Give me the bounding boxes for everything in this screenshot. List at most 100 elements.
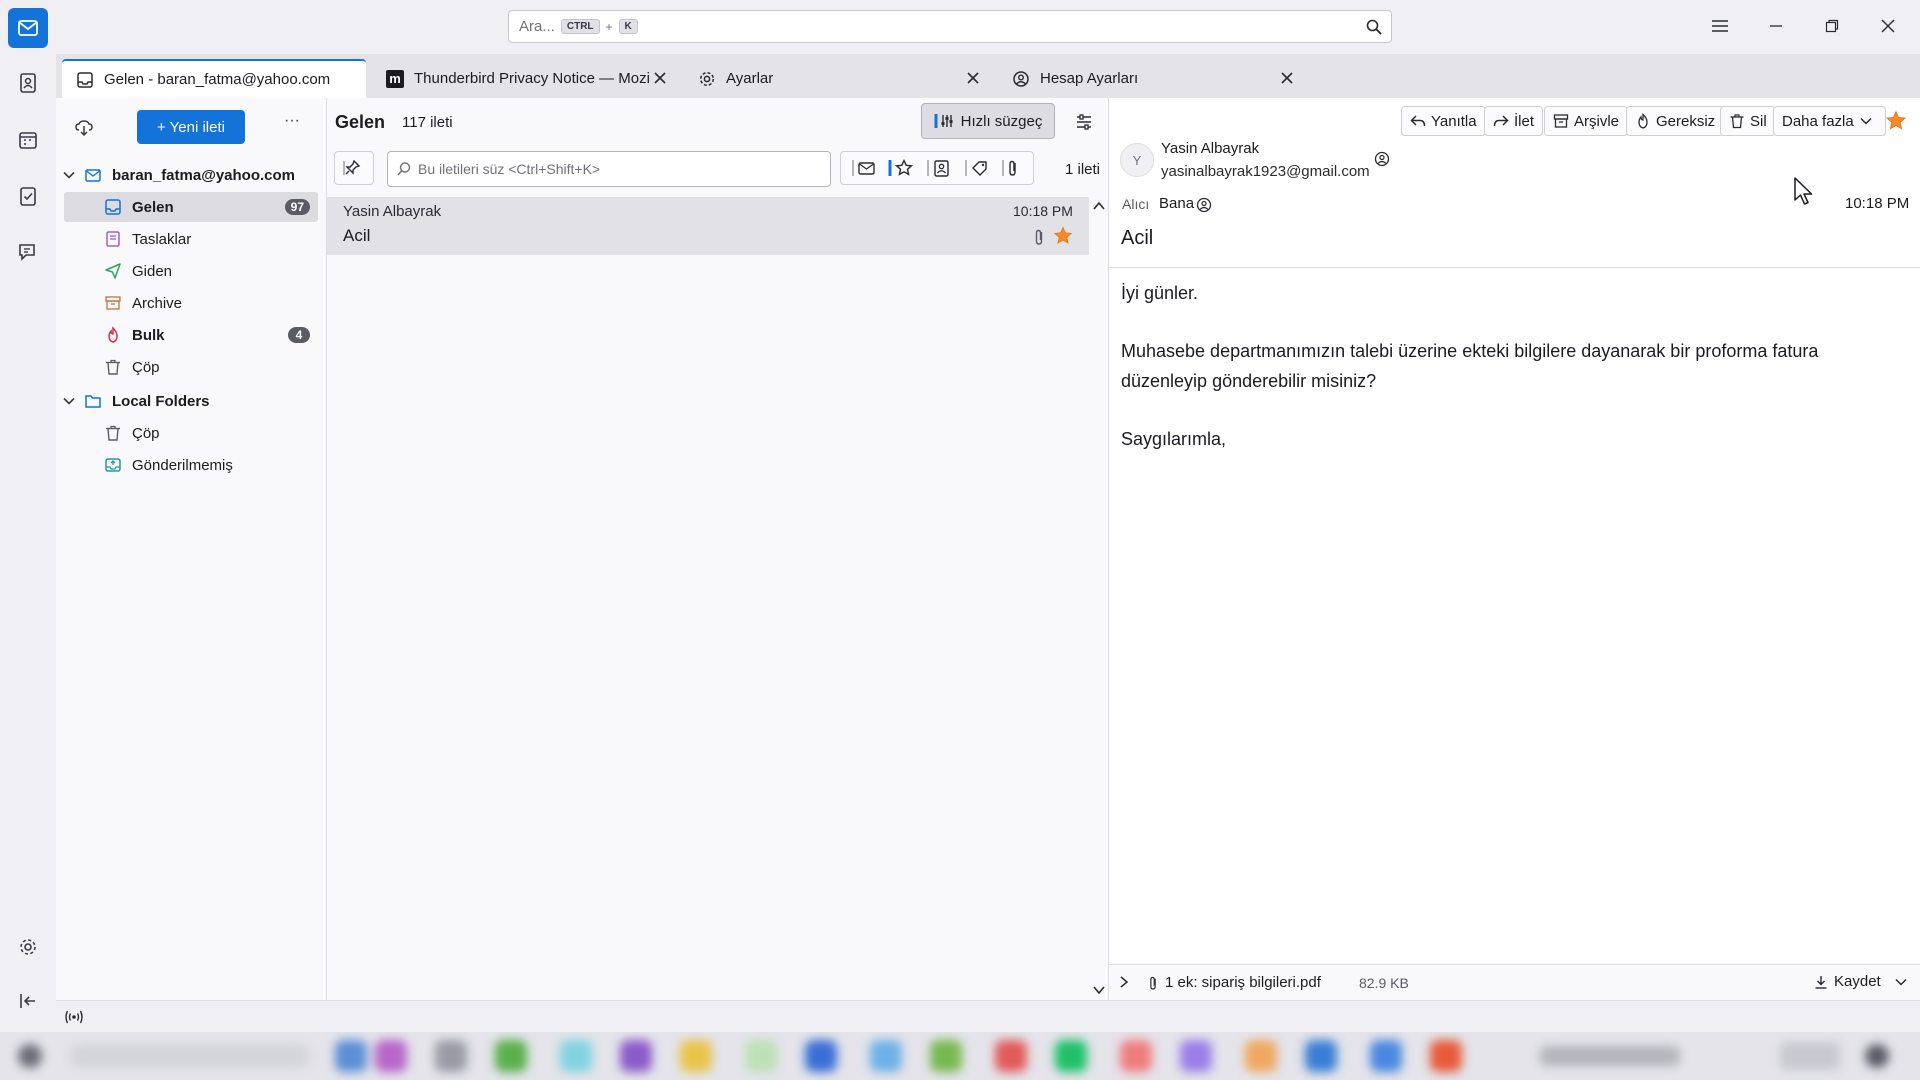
forward-icon	[1493, 114, 1514, 128]
message-list-scrollbar[interactable]	[1089, 197, 1109, 1000]
folder-bulk[interactable]: Bulk 4	[64, 320, 318, 350]
chevron-right-icon[interactable]	[1119, 976, 1129, 988]
local-folders-row[interactable]: Local Folders	[62, 386, 316, 416]
sender-name[interactable]: Yasin Albayrak	[1161, 140, 1259, 157]
sent-icon	[104, 262, 122, 280]
folder-pane: + Yeni ileti ··· baran_fatma@yahoo.com G…	[56, 98, 327, 1000]
filter-toggles	[840, 151, 1034, 185]
kbd-plus: +	[605, 19, 613, 34]
folder-label: Giden	[132, 262, 173, 280]
search-placeholder: Ara...	[519, 18, 555, 35]
tasks-icon[interactable]	[8, 176, 48, 216]
unread-filter-icon[interactable]	[851, 158, 877, 178]
folder-label: Çöp	[132, 424, 160, 442]
collapse-spaces-icon[interactable]	[8, 981, 48, 1021]
quick-filter-button[interactable]: Hızlı süzgeç	[921, 103, 1055, 139]
spaces-toolbar	[0, 0, 56, 1032]
folder-taslaklar[interactable]: Taslaklar	[64, 224, 318, 254]
body-paragraph: Muhasebe departmanımızın talebi üzerine …	[1121, 341, 1819, 391]
get-messages-icon[interactable]	[74, 118, 94, 138]
trash-icon	[1729, 113, 1750, 129]
starred-filter-icon[interactable]	[888, 158, 914, 178]
folder-label: Çöp	[132, 358, 160, 376]
folder-giden[interactable]: Giden	[64, 256, 318, 286]
archive-button[interactable]: Arşivle	[1544, 106, 1629, 136]
body-spacer	[1121, 308, 1901, 336]
message-subject: Acil	[1121, 227, 1154, 249]
account-name: baran_fatma@yahoo.com	[112, 166, 296, 184]
download-icon	[1814, 975, 1828, 989]
close-window-icon[interactable]	[1868, 10, 1908, 42]
scroll-down-icon[interactable]	[1093, 985, 1105, 995]
mouse-cursor-icon	[1793, 176, 1815, 206]
search-icon	[396, 161, 412, 177]
close-tab-icon[interactable]	[1278, 69, 1296, 87]
attachment-icon	[1147, 974, 1159, 992]
chevron-down-icon[interactable]	[1895, 977, 1907, 987]
sender-email[interactable]: yasinalbayrak1923@gmail.com	[1161, 163, 1370, 180]
app-menu-icon[interactable]	[1700, 10, 1740, 42]
local-folder-cop[interactable]: Çöp	[64, 418, 318, 448]
global-search-input[interactable]: Ara... CTRL + K	[508, 10, 1392, 43]
filter-messages-input[interactable]: Bu iletileri süz <Ctrl+Shift+K>	[387, 151, 831, 187]
local-folders-label: Local Folders	[112, 392, 210, 410]
save-attachment-button[interactable]: Kaydet	[1814, 973, 1881, 990]
more-options-button[interactable]: ···	[284, 112, 300, 130]
display-options-icon[interactable]	[1074, 112, 1094, 132]
tab-label: Thunderbird Privacy Notice — Mozilla	[414, 70, 650, 87]
tab-privacy-notice[interactable]: m Thunderbird Privacy Notice — Mozilla	[372, 59, 677, 98]
scroll-up-icon[interactable]	[1093, 201, 1105, 211]
folder-archive[interactable]: Archive	[64, 288, 318, 318]
account-row[interactable]: baran_fatma@yahoo.com	[62, 160, 316, 190]
calendar-icon[interactable]	[8, 120, 48, 160]
close-tab-icon[interactable]	[964, 69, 982, 87]
forward-button[interactable]: İlet	[1484, 106, 1544, 136]
reply-button[interactable]: Yanıtla	[1401, 106, 1486, 136]
local-folder-gonderilmemis[interactable]: Gönderilmemiş	[64, 450, 318, 480]
address-book-icon[interactable]	[8, 63, 48, 103]
to-value[interactable]: Bana	[1159, 195, 1194, 212]
folder-label: Gelen	[132, 198, 174, 216]
contact-icon[interactable]	[1196, 197, 1212, 213]
search-icon[interactable]	[1365, 18, 1383, 36]
delete-button[interactable]: Sil	[1720, 106, 1776, 136]
quick-filter-label: Hızlı süzgeç	[960, 112, 1043, 130]
kbd-k: K	[618, 19, 638, 34]
settings-gear-icon[interactable]	[8, 927, 48, 967]
message-sender: Yasin Albayrak	[343, 203, 442, 220]
contact-icon[interactable]	[1374, 151, 1390, 167]
folder-gelen[interactable]: Gelen 97	[64, 192, 318, 222]
restore-icon[interactable]	[1812, 10, 1852, 42]
new-message-button[interactable]: + Yeni ileti	[137, 110, 245, 144]
tab-account-settings[interactable]: Hesap Ayarları	[998, 59, 1304, 98]
star-icon[interactable]	[1885, 110, 1907, 132]
chevron-down-icon[interactable]	[62, 168, 78, 182]
more-actions-button[interactable]: Daha fazla	[1773, 106, 1886, 136]
message-list: Yasin Albayrak 10:18 PM Acil	[327, 197, 1109, 1000]
chevron-down-icon[interactable]	[62, 394, 78, 408]
taskbar-blur	[0, 1032, 1920, 1080]
close-tab-icon[interactable]	[651, 69, 669, 87]
folder-cop[interactable]: Çöp	[64, 352, 318, 382]
chat-icon[interactable]	[8, 232, 48, 272]
tab-bar: Gelen - baran_fatma@yahoo.com m Thunderb…	[56, 54, 1920, 98]
save-label: Kaydet	[1834, 973, 1881, 990]
mail-space-icon[interactable]	[8, 8, 48, 48]
tab-settings[interactable]: Ayarlar	[684, 59, 990, 98]
status-bar	[56, 1000, 1920, 1032]
reply-label: Yanıtla	[1431, 112, 1477, 130]
star-icon[interactable]	[1053, 226, 1073, 246]
archive-icon	[104, 294, 122, 312]
attachment-filter-icon[interactable]	[1001, 158, 1023, 178]
sticky-filter-button[interactable]	[334, 151, 374, 185]
message-row[interactable]: Yasin Albayrak 10:18 PM Acil	[327, 197, 1089, 255]
junk-button[interactable]: Gereksiz	[1626, 106, 1725, 136]
attachment-label[interactable]: 1 ek: sipariş bilgileri.pdf	[1165, 974, 1321, 991]
unread-badge: 97	[284, 199, 310, 215]
tag-filter-icon[interactable]	[964, 158, 990, 178]
online-status-icon[interactable]	[64, 1008, 84, 1026]
body-paragraph: İyi günler.	[1121, 283, 1199, 303]
tab-inbox[interactable]: Gelen - baran_fatma@yahoo.com	[62, 59, 366, 98]
contact-filter-icon[interactable]	[926, 158, 952, 178]
minimize-icon[interactable]	[1756, 10, 1796, 42]
